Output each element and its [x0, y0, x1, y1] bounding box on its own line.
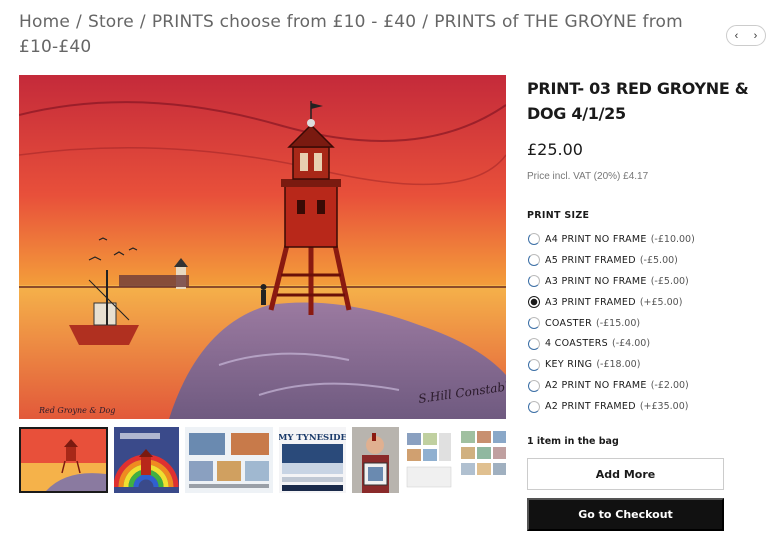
radio-button-checked[interactable]: [528, 296, 540, 309]
thumbnail-strip: MY TYNESIDE: [19, 427, 506, 493]
product-price: £25.00: [527, 140, 583, 159]
person-holding-print-thumb[interactable]: [352, 427, 399, 493]
option-name: 4 COASTERS: [545, 338, 608, 350]
radio-button[interactable]: [528, 337, 540, 350]
option-price-modifier: (+£35.00): [639, 401, 689, 413]
option-price-modifier: (+£5.00): [639, 296, 683, 308]
product-info: PRINT- 03 RED GROYNE & DOG 4/1/25 £25.00…: [527, 76, 757, 182]
radio-button[interactable]: [528, 317, 540, 329]
option-price-modifier: (-£4.00): [611, 338, 651, 350]
chevron-right-icon[interactable]: ›: [754, 30, 758, 42]
option-name: A3 PRINT NO FRAME: [545, 275, 647, 287]
print-sheet-thumb[interactable]: [405, 427, 453, 493]
option-a5-print-framed[interactable]: A5 PRINT FRAMED (-£5.00): [527, 250, 757, 271]
option-name: A2 PRINT NO FRAME: [545, 380, 647, 392]
breadcrumb-home[interactable]: Home: [19, 12, 70, 32]
option-name: A5 PRINT FRAMED: [545, 254, 636, 266]
breadcrumb-separator: /: [139, 12, 146, 32]
radio-button[interactable]: [528, 400, 540, 413]
radio-button[interactable]: [528, 254, 540, 267]
option-price-modifier: (-£2.00): [650, 380, 689, 392]
print-size-label: PRINT SIZE: [527, 210, 590, 221]
option-price-modifier: (-£15.00): [595, 317, 641, 329]
option-a2-print-framed[interactable]: A2 PRINT FRAMED (+£35.00): [527, 396, 757, 417]
red-groyne-thumb[interactable]: [19, 427, 108, 493]
print-size-options: A4 PRINT NO FRAME (-£10.00) A5 PRINT FRA…: [527, 229, 757, 417]
option-name: A2 PRINT FRAMED: [545, 401, 636, 413]
breadcrumb-store[interactable]: Store: [88, 12, 134, 32]
vat-note: Price incl. VAT (20%) £4.17: [527, 171, 649, 182]
option-price-modifier: (-£10.00): [650, 233, 695, 245]
product-title: PRINT- 03 RED GROYNE & DOG 4/1/25: [527, 79, 749, 123]
option-coaster[interactable]: COASTER (-£15.00): [527, 313, 757, 334]
red-groyne-painting: S.Hill Constable/25 Red Groyne & Dog: [19, 75, 506, 419]
breadcrumb-prints-category[interactable]: PRINTS choose from £10 - £40: [152, 12, 416, 32]
breadcrumb: Home / Store / PRINTS choose from £10 - £40/…: [19, 10, 719, 60]
checkout-button[interactable]: Go to Checkout: [527, 498, 724, 531]
rainbow-groyne-thumb[interactable]: [114, 427, 179, 493]
add-more-button[interactable]: Add More: [527, 458, 724, 490]
figure-and-dog: [260, 284, 267, 305]
option-price-modifier: (-£5.00): [639, 254, 678, 266]
option-name: A3 PRINT FRAMED: [545, 296, 636, 308]
radio-button[interactable]: [528, 233, 540, 246]
print-sheet-2-thumb[interactable]: [459, 427, 506, 493]
option-price-modifier: (-£18.00): [596, 359, 641, 371]
option-4-coasters[interactable]: 4 COASTERS (-£4.00): [527, 333, 757, 354]
product-pager: ‹ ›: [726, 25, 766, 46]
prints-collection-thumb[interactable]: [185, 427, 273, 493]
option-name: A4 PRINT NO FRAME: [545, 233, 647, 245]
option-key-ring[interactable]: KEY RING (-£18.00): [527, 354, 757, 375]
radio-button[interactable]: [528, 358, 540, 371]
bag-status: 1 item in the bag: [527, 436, 619, 447]
breadcrumb-separator: /: [422, 12, 429, 32]
option-a3-print-no-frame[interactable]: A3 PRINT NO FRAME (-£5.00): [527, 271, 757, 292]
breadcrumb-separator: /: [76, 12, 82, 32]
radio-button[interactable]: [528, 275, 540, 288]
option-name: KEY RING: [545, 359, 593, 371]
option-name: COASTER: [545, 317, 592, 329]
option-a4-print-no-frame[interactable]: A4 PRINT NO FRAME (-£10.00): [527, 229, 757, 250]
radio-button[interactable]: [528, 379, 540, 392]
svg-text:Red Groyne & Dog: Red Groyne & Dog: [38, 406, 115, 415]
option-a2-print-no-frame[interactable]: A2 PRINT NO FRAME (-£2.00): [527, 375, 757, 396]
svg-text:MY TYNESIDE: MY TYNESIDE: [279, 433, 346, 443]
product-main-image[interactable]: S.Hill Constable/25 Red Groyne & Dog: [19, 75, 506, 419]
option-a3-print-framed[interactable]: A3 PRINT FRAMED (+£5.00): [527, 292, 757, 313]
option-price-modifier: (-£5.00): [650, 275, 689, 287]
chevron-left-icon[interactable]: ‹: [735, 30, 739, 42]
my-tyneside-thumb[interactable]: MY TYNESIDE: [279, 427, 346, 493]
